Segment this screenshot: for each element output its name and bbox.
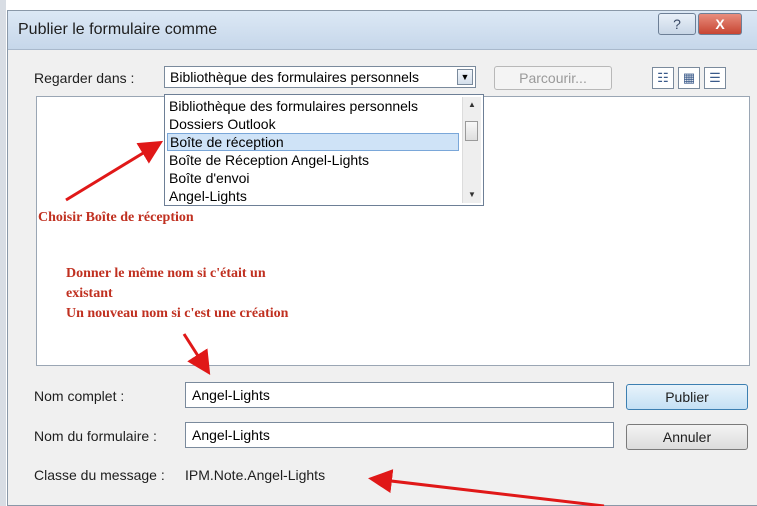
close-button[interactable]: X: [698, 13, 742, 35]
form-name-field[interactable]: Angel-Lights: [185, 422, 614, 448]
scroll-up-icon[interactable]: ▲: [463, 97, 481, 113]
annotation-name-line1: Donner le même nom si c'était un: [66, 266, 266, 281]
annotation-choose: Choisir Boîte de réception: [38, 210, 194, 225]
details-view-icon[interactable]: ▦: [678, 67, 700, 89]
title-bar: Publier le formulaire comme ? X: [8, 11, 757, 50]
cancel-button[interactable]: Annuler: [626, 424, 748, 450]
scroll-thumb[interactable]: [465, 121, 478, 141]
dropdown-option-selected[interactable]: Boîte de réception: [167, 133, 459, 151]
look-in-label: Regarder dans :: [34, 70, 135, 86]
dialog-title: Publier le formulaire comme: [18, 21, 218, 38]
dropdown-option[interactable]: Boîte de Réception Angel-Lights: [167, 151, 461, 169]
list-view-icon[interactable]: ☷: [652, 67, 674, 89]
full-name-field[interactable]: Angel-Lights: [185, 382, 614, 408]
browse-button[interactable]: Parcourir...: [494, 66, 612, 90]
form-name-value: Angel-Lights: [192, 427, 270, 443]
full-name-label: Nom complet :: [34, 388, 125, 404]
publish-button[interactable]: Publier: [626, 384, 748, 410]
dropdown-option[interactable]: Bibliothèque des formulaires personnels: [167, 97, 461, 115]
look-in-dropdown-list[interactable]: Bibliothèque des formulaires personnels …: [164, 94, 484, 206]
tree-view-icon[interactable]: ☰: [704, 67, 726, 89]
dropdown-option[interactable]: Angel-Lights: [167, 187, 461, 205]
dropdown-scrollbar[interactable]: ▲ ▼: [462, 97, 481, 203]
dropdown-option[interactable]: Dossiers Outlook: [167, 115, 461, 133]
background-edge: [0, 0, 6, 506]
annotation-name-line3: Un nouveau nom si c'est une création: [66, 306, 289, 321]
help-button[interactable]: ?: [658, 13, 696, 35]
look-in-value: Bibliothèque des formulaires personnels: [170, 69, 420, 85]
message-class-label: Classe du message :: [34, 467, 165, 483]
full-name-value: Angel-Lights: [192, 387, 270, 403]
dropdown-option[interactable]: Boîte d'envoi: [167, 169, 461, 187]
look-in-select[interactable]: Bibliothèque des formulaires personnels …: [164, 66, 476, 88]
scroll-down-icon[interactable]: ▼: [463, 187, 481, 203]
message-class-value: IPM.Note.Angel-Lights: [185, 467, 326, 483]
chevron-down-icon[interactable]: ▼: [457, 69, 473, 85]
annotation-name-line2: existant: [66, 286, 113, 301]
form-name-label: Nom du formulaire :: [34, 428, 157, 444]
